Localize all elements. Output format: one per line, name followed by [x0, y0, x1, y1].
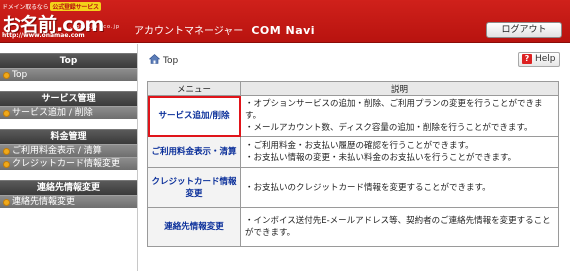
bullet-icon: [3, 110, 10, 117]
sidebar-item-service-add-remove[interactable]: サービス追加 / 削除: [0, 106, 137, 119]
sidebar-heading-service: サービス管理: [0, 91, 137, 106]
description-line: ・お支払いのクレジットカード情報を変更することができます。: [245, 182, 491, 193]
table-row: ご利用料金表示・清算 ・ご利用料金・お支払い履歴の確認を行うことができます。 ・…: [147, 136, 559, 168]
bullet-icon: [3, 72, 10, 79]
sidebar-item-contact[interactable]: 連絡先情報変更: [0, 195, 137, 208]
question-icon: ?: [522, 54, 532, 64]
sidebar-item-label: ご利用料金表示 / 清算: [12, 146, 102, 156]
menu-link-service-add-remove[interactable]: サービス追加/削除: [147, 95, 241, 137]
description-line: ・インボイス送付先E-メールアドレス等、契約者のご連絡先情報を変更することができ…: [245, 216, 551, 238]
logout-button[interactable]: ログアウト: [486, 22, 562, 38]
logo-url: http://www.onamae.com: [2, 32, 85, 39]
sidebar: Top Top サービス管理 サービス追加 / 削除 料金管理 ご利用料金表示 …: [0, 44, 138, 271]
menu-description: ・ご利用料金・お支払い履歴の確認を行うことができます。 ・お支払い情報の変更・未…: [240, 136, 559, 168]
sidebar-heading-contact: 連絡先情報変更: [0, 180, 137, 195]
onamae-logo[interactable]: ドメイン取るなら 公式登録サービス お名前.com .com .jp .co.jp…: [2, 2, 120, 40]
sidebar-heading-top: Top: [0, 53, 137, 68]
sidebar-item-credit-card[interactable]: クレジットカード情報変更: [0, 157, 137, 170]
menu-link-billing[interactable]: ご利用料金表示・清算: [147, 136, 241, 168]
sidebar-item-label: サービス追加 / 削除: [12, 108, 93, 118]
bullet-icon: [3, 199, 10, 206]
logo-subtext: .com .jp .co.jp: [70, 24, 121, 30]
sidebar-item-label: Top: [12, 70, 28, 80]
breadcrumb-current: Top: [163, 56, 179, 66]
app-header: ドメイン取るなら 公式登録サービス お名前.com .com .jp .co.jp…: [0, 0, 570, 43]
column-header-menu: メニュー: [147, 81, 241, 96]
sidebar-item-top[interactable]: Top: [0, 68, 137, 81]
description-line: ・メールアカウント数、ディスク容量の追加・削除を行うことができます。: [245, 123, 533, 133]
menu-link-credit-card[interactable]: クレジットカード情報変更: [147, 167, 241, 208]
description-line: ・オプションサービスの追加・削除、ご利用プランの変更を行うことができます。: [245, 99, 543, 121]
description-line: ・ご利用料金・お支払い履歴の確認を行うことができます。: [245, 141, 474, 151]
sidebar-item-billing[interactable]: ご利用料金表示 / 清算: [0, 144, 137, 157]
table-row: 連絡先情報変更 ・インボイス送付先E-メールアドレス等、契約者のご連絡先情報を変…: [147, 207, 559, 247]
help-button[interactable]: ? Help: [518, 52, 560, 67]
menu-description: ・オプションサービスの追加・削除、ご利用プランの変更を行うことができます。 ・メ…: [240, 95, 559, 137]
home-icon: [149, 54, 160, 64]
sidebar-item-label: 連絡先情報変更: [12, 197, 76, 207]
main-content: Top ? Help メニュー 説明 サービス追加/削除 ・オプションサービスの追…: [139, 44, 570, 271]
sidebar-item-label: クレジットカード情報変更: [12, 159, 121, 169]
menu-description: ・インボイス送付先E-メールアドレス等、契約者のご連絡先情報を変更することができ…: [240, 207, 559, 247]
bullet-icon: [3, 161, 10, 168]
menu-link-contact[interactable]: 連絡先情報変更: [147, 207, 241, 247]
breadcrumb: Top: [149, 54, 178, 66]
menu-description: ・お支払いのクレジットカード情報を変更することができます。: [240, 167, 559, 208]
help-label: Help: [535, 54, 556, 64]
app-title: アカウントマネージャー COM Navi: [134, 22, 315, 37]
bullet-icon: [3, 148, 10, 155]
menu-table: メニュー 説明 サービス追加/削除 ・オプションサービスの追加・削除、ご利用プラ…: [147, 81, 559, 247]
app-title-label: アカウントマネージャー: [134, 26, 244, 37]
app-title-brand: COM Navi: [251, 24, 316, 37]
table-row: クレジットカード情報変更 ・お支払いのクレジットカード情報を変更することができま…: [147, 167, 559, 208]
table-row: サービス追加/削除 ・オプションサービスの追加・削除、ご利用プランの変更を行うこ…: [147, 95, 559, 137]
column-header-description: 説明: [240, 81, 559, 96]
sidebar-heading-billing: 料金管理: [0, 129, 137, 144]
description-line: ・お支払い情報の変更・未払い料金のお支払いを行うことができます。: [245, 153, 517, 163]
